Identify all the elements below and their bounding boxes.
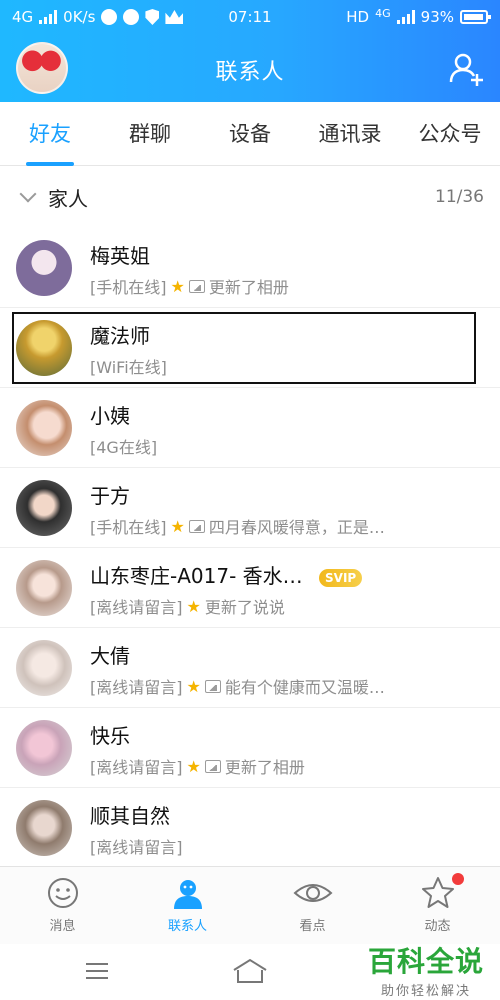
contact-status-line: [离线请留言] ★ 更新了说说 — [90, 594, 285, 618]
contact-name: 小姨 — [90, 404, 130, 428]
star-icon: ★ — [186, 676, 201, 696]
contact-status: [手机在线] — [90, 518, 167, 537]
tab-official-accounts[interactable]: 公众号 — [400, 102, 500, 166]
contact-name: 魔法师 — [90, 324, 150, 348]
group-name: 家人 — [48, 186, 88, 211]
contact-status: [离线请留言] — [90, 678, 183, 697]
watermark-subtitle: 助你轻松解决 — [380, 984, 471, 999]
battery-icon — [460, 10, 491, 24]
image-icon — [188, 279, 205, 293]
tab-address-book[interactable]: 通讯录 — [300, 102, 400, 166]
eye-icon — [292, 884, 333, 902]
contact-name: 大倩 — [90, 644, 130, 668]
contact-name-text: 山东枣庄-A017- 香水… — [90, 564, 303, 588]
contact-update: 更新了相册 — [208, 278, 289, 297]
contact-avatar — [16, 400, 72, 456]
status-time: 07:11 — [228, 8, 272, 26]
smile-icon — [47, 878, 78, 908]
nav-contacts[interactable]: 联系人 — [125, 867, 250, 944]
contact-avatar — [16, 640, 72, 696]
contact-list: 梅英姐 [手机在线] ★ 更新了相册 魔法师 [WiFi在线] 小姨 [4G在线… — [0, 228, 500, 868]
tab-devices[interactable]: 设备 — [200, 102, 300, 166]
contact-status-line: [离线请留言] — [90, 834, 183, 858]
contact-status-line: [离线请留言] ★ 更新了相册 — [90, 754, 305, 778]
contact-update: 四月春风暖得意，正是… — [208, 518, 385, 537]
contact-name: 于方 — [90, 484, 130, 508]
contact-row[interactable]: 魔法师 [WiFi在线] — [0, 308, 500, 388]
contact-row[interactable]: 山东枣庄-A017- 香水… SVIP [离线请留言] ★ 更新了说说 — [0, 548, 500, 628]
home-icon[interactable] — [232, 958, 268, 984]
contact-status: [WiFi在线] — [90, 358, 167, 377]
add-friend-icon[interactable] — [446, 48, 486, 88]
watermark-title: 百科全说 — [367, 945, 484, 978]
bottom-nav: 消息 联系人 看点 动态 — [0, 866, 500, 944]
tab-bar: 好友 群聊 设备 通讯录 公众号 — [0, 102, 500, 166]
contact-status-line: [4G在线] — [90, 434, 157, 458]
contacts-icon — [173, 880, 202, 909]
tab-groups[interactable]: 群聊 — [100, 102, 200, 166]
contact-avatar — [16, 560, 72, 616]
contact-status-line: [离线请留言] ★ 能有个健康而又温暖… — [90, 674, 385, 698]
contact-avatar — [16, 240, 72, 296]
contact-avatar — [16, 480, 72, 536]
nav-label: 看点 — [299, 919, 326, 934]
nav-discover[interactable]: 看点 — [250, 867, 375, 944]
nav-messages[interactable]: 消息 — [0, 867, 125, 944]
contact-avatar — [16, 800, 72, 856]
contact-name: 顺其自然 — [90, 804, 170, 828]
svip-badge: SVIP — [319, 568, 363, 587]
image-icon — [204, 759, 221, 773]
contact-row[interactable]: 于方 [手机在线] ★ 四月春风暖得意，正是… — [0, 468, 500, 548]
nav-label: 动态 — [424, 919, 451, 934]
contact-status-line: [手机在线] ★ 四月春风暖得意，正是… — [90, 514, 385, 538]
chevron-down-icon — [19, 185, 37, 203]
contact-status: [离线请留言] — [90, 758, 183, 777]
nav-label: 联系人 — [167, 919, 207, 934]
star-icon: ★ — [186, 756, 201, 776]
contact-status: [离线请留言] — [90, 598, 183, 617]
contact-name: 梅英姐 — [90, 244, 150, 268]
star-icon: ★ — [170, 516, 185, 536]
contact-row[interactable]: 小姨 [4G在线] — [0, 388, 500, 468]
contact-status: [4G在线] — [90, 438, 158, 457]
nav-feed[interactable]: 动态 — [375, 867, 500, 944]
nav-label: 消息 — [49, 919, 76, 934]
header-bar: 4G 0K/s 07:11 HD 4G 93% 联系人 — [0, 0, 500, 102]
contact-update: 能有个健康而又温暖… — [224, 678, 385, 697]
star-outline-icon — [421, 877, 454, 908]
title-bar: 联系人 — [0, 34, 500, 102]
contact-row[interactable]: 顺其自然 [离线请留言] — [0, 788, 500, 868]
contact-update: 更新了说说 — [204, 598, 285, 617]
page-title: 联系人 — [215, 60, 285, 85]
watermark: 百科全说 助你轻松解决 — [368, 940, 484, 999]
contact-status: [手机在线] — [90, 278, 167, 297]
contact-status-line: [WiFi在线] — [90, 354, 167, 378]
tab-friends[interactable]: 好友 — [0, 102, 100, 166]
contact-row[interactable]: 大倩 [离线请留言] ★ 能有个健康而又温暖… — [0, 628, 500, 708]
star-icon: ★ — [170, 276, 185, 296]
contact-avatar — [16, 720, 72, 776]
group-count: 11/36 — [435, 187, 484, 207]
menu-icon[interactable] — [86, 962, 108, 980]
contact-row[interactable]: 快乐 [离线请留言] ★ 更新了相册 — [0, 708, 500, 788]
contact-name: 山东枣庄-A017- 香水… SVIP — [90, 560, 363, 589]
image-icon — [204, 679, 221, 693]
contact-update: 更新了相册 — [224, 758, 305, 777]
contact-name: 快乐 — [90, 724, 130, 748]
image-icon — [188, 519, 205, 533]
star-icon: ★ — [186, 596, 201, 616]
notification-dot — [452, 873, 464, 885]
status-bar: 4G 0K/s 07:11 HD 4G 93% — [0, 0, 500, 34]
contact-avatar — [16, 320, 72, 376]
contact-row[interactable]: 梅英姐 [手机在线] ★ 更新了相册 — [0, 228, 500, 308]
contact-status: [离线请留言] — [90, 838, 183, 857]
contact-status-line: [手机在线] ★ 更新了相册 — [90, 274, 289, 298]
group-header[interactable]: 家人 11/36 — [0, 166, 500, 228]
